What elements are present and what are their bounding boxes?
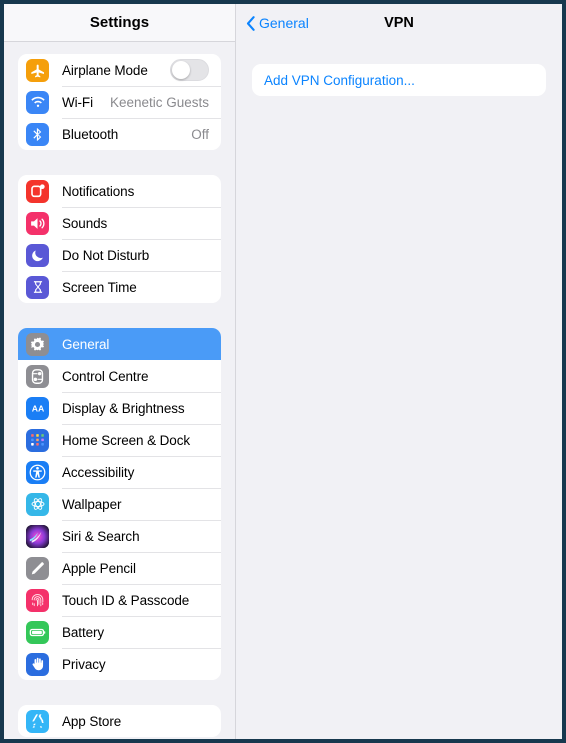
sidebar-item-notifications[interactable]: Notifications bbox=[18, 175, 221, 207]
detail-navigation-bar: General VPN bbox=[236, 4, 562, 42]
toggle-knob bbox=[172, 61, 190, 79]
sidebar-item-general[interactable]: General bbox=[18, 328, 221, 360]
sidebar-item-label: Home Screen & Dock bbox=[62, 432, 190, 448]
bluetooth-icon bbox=[26, 122, 49, 146]
wallpaper-icon bbox=[26, 492, 49, 516]
battery-icon bbox=[26, 620, 49, 644]
ipad-settings-window: Settings Airplane Mode Wi-Fi Keenetic Gu… bbox=[4, 4, 562, 739]
sidebar-item-accessibility[interactable]: Accessibility bbox=[18, 456, 221, 488]
gear-icon bbox=[26, 332, 49, 356]
sidebar-header: Settings bbox=[4, 4, 235, 42]
chevron-left-icon bbox=[246, 15, 255, 31]
sidebar-item-label: Battery bbox=[62, 624, 105, 640]
control-centre-icon bbox=[26, 364, 49, 388]
sidebar-item-display-brightness[interactable]: AA Display & Brightness bbox=[18, 392, 221, 424]
sidebar-item-battery[interactable]: Battery bbox=[18, 616, 221, 648]
sidebar-item-app-store[interactable]: App Store bbox=[18, 705, 221, 737]
sidebar-item-label: App Store bbox=[62, 713, 122, 729]
sidebar-item-home-screen-dock[interactable]: Home Screen & Dock bbox=[18, 424, 221, 456]
notifications-icon bbox=[26, 179, 49, 203]
wifi-network-value: Keenetic Guests bbox=[109, 94, 209, 110]
sidebar-item-label: Wallpaper bbox=[62, 496, 122, 512]
sidebar-item-wallpaper[interactable]: Wallpaper bbox=[18, 488, 221, 520]
add-vpn-configuration-button[interactable]: Add VPN Configuration... bbox=[252, 64, 546, 96]
sidebar-item-bluetooth[interactable]: Bluetooth Off bbox=[18, 118, 221, 150]
sidebar-item-label: Bluetooth bbox=[62, 126, 119, 142]
sidebar-item-wifi[interactable]: Wi-Fi Keenetic Guests bbox=[18, 86, 221, 118]
sidebar-item-touch-id-passcode[interactable]: Touch ID & Passcode bbox=[18, 584, 221, 616]
sidebar-item-label: General bbox=[62, 336, 110, 352]
add-vpn-configuration-label: Add VPN Configuration... bbox=[264, 72, 415, 88]
sidebar-group-system: General Control Centre AA Display & Brig… bbox=[18, 328, 221, 680]
airplane-icon bbox=[26, 58, 49, 82]
sidebar-item-label: Wi-Fi bbox=[62, 94, 93, 110]
sidebar-item-label: Privacy bbox=[62, 656, 106, 672]
sidebar-item-siri-search[interactable]: Siri & Search bbox=[18, 520, 221, 552]
sidebar-group-stores: App Store bbox=[18, 705, 221, 737]
hourglass-icon bbox=[26, 275, 49, 299]
settings-sidebar: Settings Airplane Mode Wi-Fi Keenetic Gu… bbox=[4, 4, 236, 739]
sidebar-item-airplane-mode[interactable]: Airplane Mode bbox=[18, 54, 221, 86]
vpn-detail-pane: General VPN Add VPN Configuration... bbox=[236, 4, 562, 739]
sidebar-group-alerts: Notifications Sounds Do Not Disturb Scre… bbox=[18, 175, 221, 303]
home-screen-dock-icon bbox=[26, 428, 49, 452]
accessibility-icon bbox=[26, 460, 49, 484]
sidebar-item-label: Accessibility bbox=[62, 464, 135, 480]
sidebar-item-label: Touch ID & Passcode bbox=[62, 592, 190, 608]
app-store-icon bbox=[26, 709, 49, 733]
back-button-label: General bbox=[259, 15, 309, 31]
sidebar-item-label: Siri & Search bbox=[62, 528, 140, 544]
sidebar-item-apple-pencil[interactable]: Apple Pencil bbox=[18, 552, 221, 584]
apple-pencil-icon bbox=[26, 556, 49, 580]
sidebar-item-screen-time[interactable]: Screen Time bbox=[18, 271, 221, 303]
sidebar-group-connectivity: Airplane Mode Wi-Fi Keenetic Guests Blue… bbox=[18, 54, 221, 150]
touch-id-icon bbox=[26, 588, 49, 612]
sidebar-item-label: Sounds bbox=[62, 215, 108, 231]
siri-search-icon bbox=[26, 524, 49, 548]
sidebar-item-label: Control Centre bbox=[62, 368, 149, 384]
sidebar-item-privacy[interactable]: Privacy bbox=[18, 648, 221, 680]
sidebar-item-do-not-disturb[interactable]: Do Not Disturb bbox=[18, 239, 221, 271]
sidebar-scroll-area[interactable]: Airplane Mode Wi-Fi Keenetic Guests Blue… bbox=[4, 54, 235, 737]
sidebar-item-label: Notifications bbox=[62, 183, 135, 199]
privacy-hand-icon bbox=[26, 652, 49, 676]
sidebar-item-control-centre[interactable]: Control Centre bbox=[18, 360, 221, 392]
bluetooth-state-value: Off bbox=[191, 126, 209, 142]
vpn-configuration-group: Add VPN Configuration... bbox=[252, 64, 546, 96]
detail-body: Add VPN Configuration... bbox=[236, 42, 562, 96]
sidebar-item-label: Airplane Mode bbox=[62, 62, 148, 78]
svg-text:AA: AA bbox=[31, 403, 44, 413]
airplane-mode-toggle[interactable] bbox=[170, 59, 209, 81]
display-brightness-icon: AA bbox=[26, 396, 49, 420]
sidebar-item-sounds[interactable]: Sounds bbox=[18, 207, 221, 239]
back-to-general-button[interactable]: General bbox=[246, 15, 309, 31]
wifi-icon bbox=[26, 90, 49, 114]
sounds-icon bbox=[26, 211, 49, 235]
sidebar-item-label: Screen Time bbox=[62, 279, 137, 295]
page-title: Settings bbox=[89, 14, 150, 31]
sidebar-item-label: Display & Brightness bbox=[62, 400, 185, 416]
sidebar-item-label: Do Not Disturb bbox=[62, 247, 150, 263]
moon-icon bbox=[26, 243, 49, 267]
sidebar-item-label: Apple Pencil bbox=[62, 560, 136, 576]
